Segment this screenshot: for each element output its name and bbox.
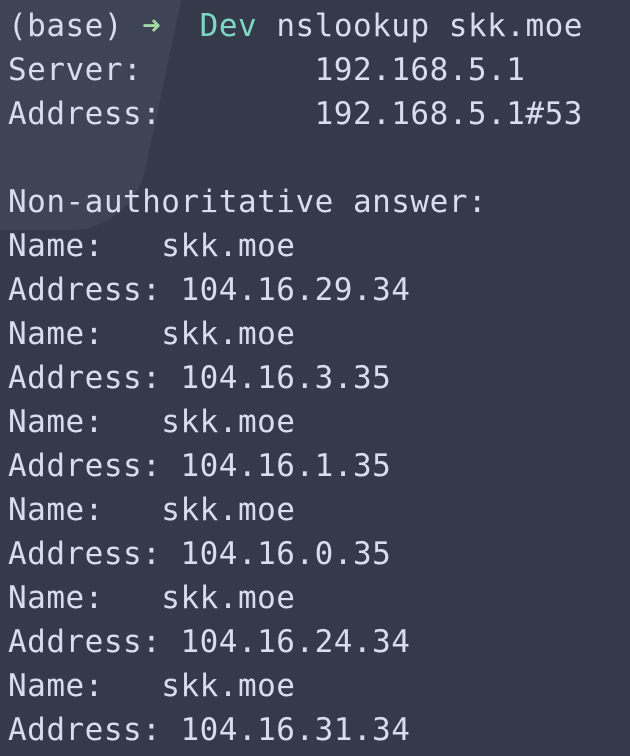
record-address-line: Address: 104.16.29.34	[8, 272, 411, 308]
answer-header: Non-authoritative answer:	[8, 184, 488, 220]
current-directory: Dev	[199, 8, 258, 44]
record-name-line: Name: skk.moe	[8, 492, 296, 528]
record-name-line: Name: skk.moe	[8, 580, 296, 616]
record-address-line: Address: 104.16.31.34	[8, 712, 411, 748]
server-line: Server: 192.168.5.1	[8, 52, 526, 88]
record-name-line: Name: skk.moe	[8, 404, 296, 440]
terminal-window[interactable]: (base) ➜ Dev nslookup skk.moe Server: 19…	[0, 0, 630, 756]
terminal-output: (base) ➜ Dev nslookup skk.moe Server: 19…	[8, 4, 583, 752]
record-name-line: Name: skk.moe	[8, 316, 296, 352]
conda-env: (base)	[8, 8, 123, 44]
prompt-line: (base) ➜ Dev nslookup skk.moe	[8, 4, 583, 48]
record-address-line: Address: 104.16.1.35	[8, 448, 392, 484]
record-address-line: Address: 104.16.3.35	[8, 360, 392, 396]
arrow-right-icon: ➜	[142, 8, 162, 44]
command-text: nslookup skk.moe	[276, 8, 583, 44]
record-address-line: Address: 104.16.24.34	[8, 624, 411, 660]
record-name-line: Name: skk.moe	[8, 228, 296, 264]
record-address-line: Address: 104.16.0.35	[8, 536, 392, 572]
record-name-line: Name: skk.moe	[8, 668, 296, 704]
server-address-line: Address: 192.168.5.1#53	[8, 96, 583, 132]
